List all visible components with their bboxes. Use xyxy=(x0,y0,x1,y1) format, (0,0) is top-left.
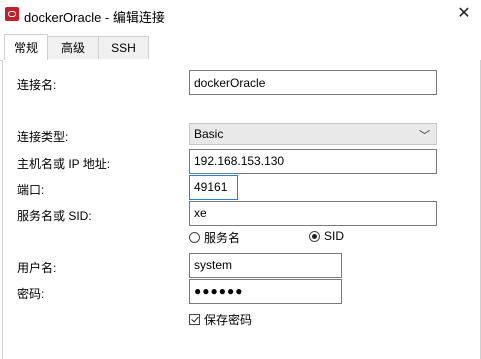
title-bar: dockerOracle - 编辑连接 ✕ xyxy=(0,0,481,30)
radio-off-icon xyxy=(189,232,200,243)
service-label: 服务名或 SID: xyxy=(17,209,92,223)
tab-general[interactable]: 常规 xyxy=(4,34,48,60)
username-label: 用户名: xyxy=(17,261,57,275)
tab-ssh[interactable]: SSH xyxy=(98,36,149,59)
service-name-radio-label: 服务名 xyxy=(204,231,241,245)
tab-advanced[interactable]: 高级 xyxy=(46,36,100,59)
port-input[interactable]: 49161 xyxy=(189,175,238,200)
checkmark-icon xyxy=(189,314,200,325)
sid-radio[interactable]: SID xyxy=(309,229,344,243)
oracle-icon xyxy=(5,7,19,21)
service-name-radio[interactable]: 服务名 xyxy=(189,229,240,246)
tab-bar: 常规 高级 SSH xyxy=(0,34,481,61)
connection-type-label: 连接类型: xyxy=(17,130,69,144)
connection-type-value: Basic xyxy=(194,127,224,141)
save-password-checkbox[interactable]: 保存密码 xyxy=(189,311,252,328)
connection-type-select[interactable]: Basic ﹀ xyxy=(189,123,437,145)
radio-on-icon xyxy=(309,230,320,242)
host-input[interactable]: 192.168.153.130 xyxy=(189,149,437,174)
service-input[interactable]: xe xyxy=(189,201,437,226)
password-label: 密码: xyxy=(17,287,45,301)
chevron-down-icon: ﹀ xyxy=(419,130,430,142)
window-title: dockerOracle - 编辑连接 xyxy=(24,10,165,25)
save-password-label: 保存密码 xyxy=(204,313,253,327)
connection-name-label: 连接名: xyxy=(17,78,57,92)
username-input[interactable]: system xyxy=(189,253,342,278)
password-input[interactable]: ●●●●●● xyxy=(189,279,342,304)
host-label: 主机名或 IP 地址: xyxy=(17,157,111,171)
connection-name-input[interactable]: dockerOracle xyxy=(189,70,437,95)
close-button[interactable]: ✕ xyxy=(447,0,481,28)
sid-radio-label: SID xyxy=(324,229,345,243)
port-label: 端口: xyxy=(17,183,45,197)
